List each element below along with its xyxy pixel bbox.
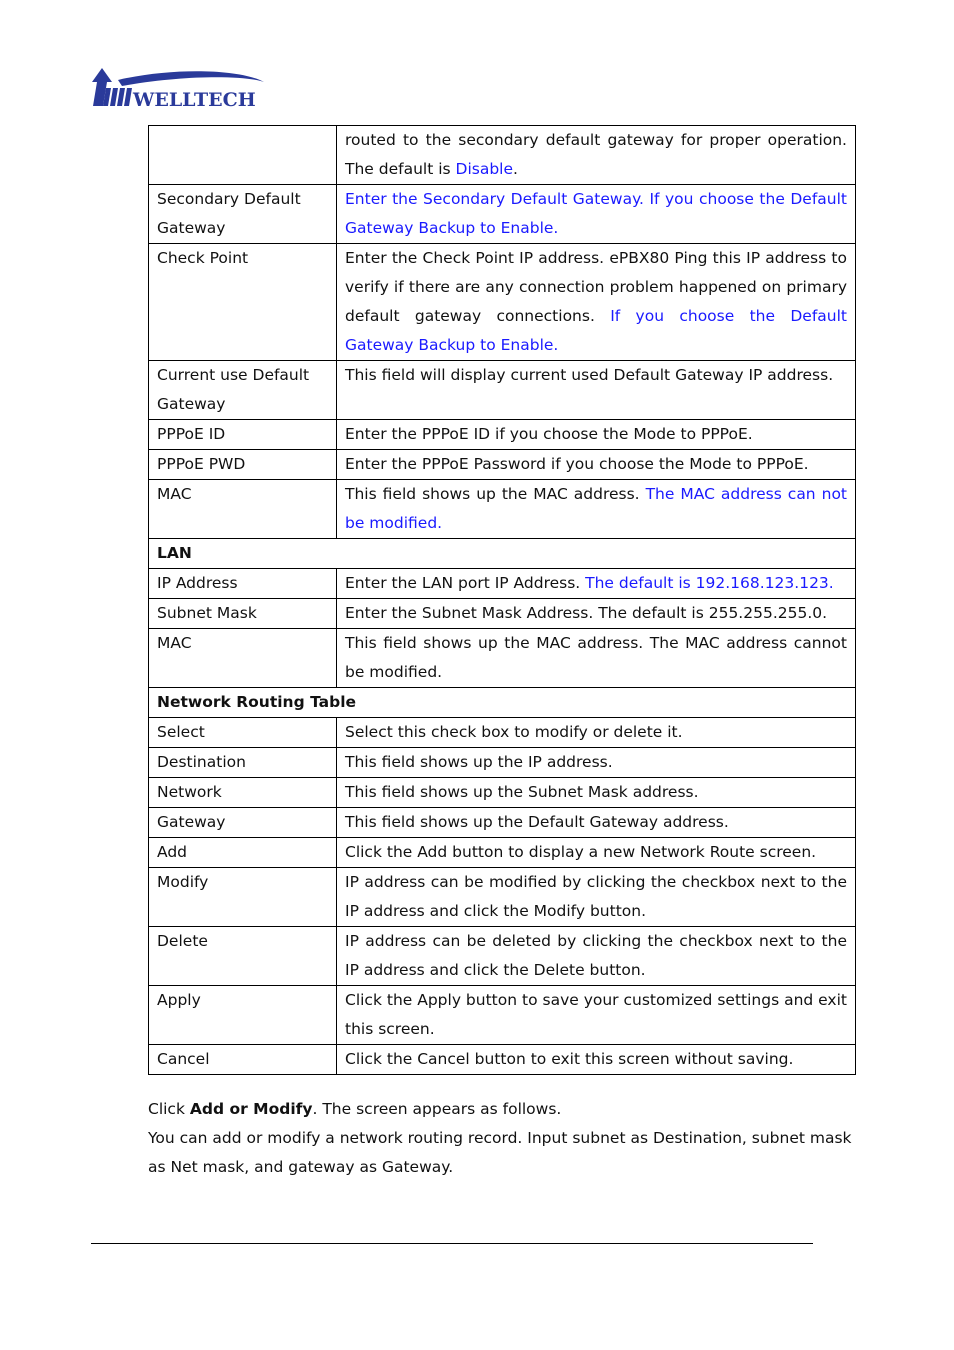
description-text: Click the Apply button to save your cust…: [345, 991, 847, 1038]
description-text: This field shows up the IP address.: [345, 753, 613, 771]
field-description: This field shows up the Default Gateway …: [336, 807, 856, 838]
field-name: IP Address: [148, 568, 337, 599]
table-row: Check Point Enter the Check Point IP addr…: [148, 243, 856, 361]
highlighted-text: Disable: [455, 160, 514, 178]
field-name: Destination: [148, 747, 337, 778]
field-description: Enter the Check Point IP address. ePBX80…: [336, 243, 856, 361]
field-name: MAC: [148, 628, 337, 688]
field-description: This field shows up the IP address.: [336, 747, 856, 778]
field-description: Click the Cancel button to exit this scr…: [336, 1044, 856, 1075]
description-text: Click the Cancel button to exit this scr…: [345, 1050, 794, 1068]
table-row: Modify IP address can be modified by clic…: [148, 867, 856, 927]
field-name: Current use Default Gateway: [148, 360, 337, 420]
field-description: IP address can be deleted by clicking th…: [336, 926, 856, 986]
field-name: MAC: [148, 479, 337, 539]
description-text: This field will display current used Def…: [345, 366, 834, 384]
field-name: PPPoE PWD: [148, 449, 337, 480]
description-text: This field shows up the MAC address. The…: [345, 634, 847, 681]
table-row: Cancel Click the Cancel button to exit th…: [148, 1044, 856, 1075]
field-description: Click the Apply button to save your cust…: [336, 985, 856, 1045]
table-row: PPPoE PWD Enter the PPPoE Password if you…: [148, 449, 856, 480]
table-row: Gateway This field shows up the Default G…: [148, 807, 856, 838]
table-row: Apply Click the Apply button to save your…: [148, 985, 856, 1045]
table-row: Destination This field shows up the IP ad…: [148, 747, 856, 778]
description-text: IP address can be deleted by clicking th…: [345, 932, 847, 979]
table-section-header: Network Routing Table: [148, 687, 856, 718]
section-title: LAN: [148, 538, 856, 569]
table-row: Select Select this check box to modify or…: [148, 717, 856, 748]
table-row: Delete IP address can be deleted by click…: [148, 926, 856, 986]
field-name: Modify: [148, 867, 337, 927]
table-section-header: LAN: [148, 538, 856, 569]
field-name: PPPoE ID: [148, 419, 337, 450]
instructions-text: Click Add or Modify. The screen appears …: [148, 1095, 868, 1182]
table-row: Network This field shows up the Subnet Ma…: [148, 777, 856, 808]
description-text: This field shows up the Default Gateway …: [345, 813, 729, 831]
description-text: This field shows up the MAC address.: [345, 485, 646, 503]
description-text: Enter the LAN port IP Address.: [345, 574, 586, 592]
field-description: Enter the PPPoE Password if you choose t…: [336, 449, 856, 480]
table-row: MAC This field shows up the MAC address. …: [148, 479, 856, 539]
table-row: Subnet Mask Enter the Subnet Mask Address…: [148, 598, 856, 629]
description-text: IP address can be modified by clicking t…: [345, 873, 847, 920]
field-description: Enter the PPPoE ID if you choose the Mod…: [336, 419, 856, 450]
table-row: Current use Default Gateway This field wi…: [148, 360, 856, 420]
field-description: Select this check box to modify or delet…: [336, 717, 856, 748]
description-text: Enter the PPPoE Password if you choose t…: [345, 455, 809, 473]
table-row: routed to the secondary default gateway …: [148, 125, 856, 185]
description-text: routed to the secondary default gateway …: [345, 131, 847, 178]
field-name: Delete: [148, 926, 337, 986]
field-description: routed to the secondary default gateway …: [336, 125, 856, 185]
highlighted-text: The default is 192.168.123.123.: [585, 574, 834, 592]
welltech-logo: WELLTECH: [88, 66, 266, 110]
field-name: Gateway: [148, 807, 337, 838]
footer-divider: [91, 1243, 813, 1244]
field-name: Add: [148, 837, 337, 868]
field-description: IP address can be modified by clicking t…: [336, 867, 856, 927]
field-name: [148, 125, 337, 185]
field-description: Enter the LAN port IP Address. The defau…: [336, 568, 856, 599]
field-description: This field shows up the Subnet Mask addr…: [336, 777, 856, 808]
instruction-paragraph-2: You can add or modify a network routing …: [148, 1129, 852, 1176]
logo-text: WELLTECH: [132, 89, 256, 110]
table-row: Secondary Default Gateway Enter the Secon…: [148, 184, 856, 244]
settings-description-table: routed to the secondary default gateway …: [148, 125, 856, 1075]
description-text: Click the Add button to display a new Ne…: [345, 843, 817, 861]
add-or-modify-term: Add or Modify: [189, 1100, 313, 1118]
field-name: Network: [148, 777, 337, 808]
field-description: This field shows up the MAC address. The…: [336, 479, 856, 539]
field-name: Secondary Default Gateway: [148, 184, 337, 244]
description-text: Select this check box to modify or delet…: [345, 723, 683, 741]
description-text: .: [513, 160, 518, 178]
table-row: IP Address Enter the LAN port IP Address.…: [148, 568, 856, 599]
welltech-arrow-logo-icon: WELLTECH: [92, 68, 264, 110]
field-name: Subnet Mask: [148, 598, 337, 629]
description-text: Enter the Subnet Mask Address. The defau…: [345, 604, 828, 622]
table-row: PPPoE ID Enter the PPPoE ID if you choose…: [148, 419, 856, 450]
field-name: Cancel: [148, 1044, 337, 1075]
field-name: Check Point: [148, 243, 337, 361]
section-title: Network Routing Table: [148, 687, 856, 718]
instruction-line-1: Click Add or Modify. The screen appears …: [148, 1100, 562, 1118]
field-description: This field shows up the MAC address. The…: [336, 628, 856, 688]
table-row: Add Click the Add button to display a new…: [148, 837, 856, 868]
field-name: Apply: [148, 985, 337, 1045]
highlighted-text: Enter the Secondary Default Gateway. If …: [345, 190, 847, 237]
description-text: Enter the PPPoE ID if you choose the Mod…: [345, 425, 753, 443]
table-row: MAC This field shows up the MAC address. …: [148, 628, 856, 688]
field-description: Enter the Subnet Mask Address. The defau…: [336, 598, 856, 629]
field-description: This field will display current used Def…: [336, 360, 856, 420]
field-description: Click the Add button to display a new Ne…: [336, 837, 856, 868]
description-text: This field shows up the Subnet Mask addr…: [345, 783, 699, 801]
field-description: Enter the Secondary Default Gateway. If …: [336, 184, 856, 244]
field-name: Select: [148, 717, 337, 748]
